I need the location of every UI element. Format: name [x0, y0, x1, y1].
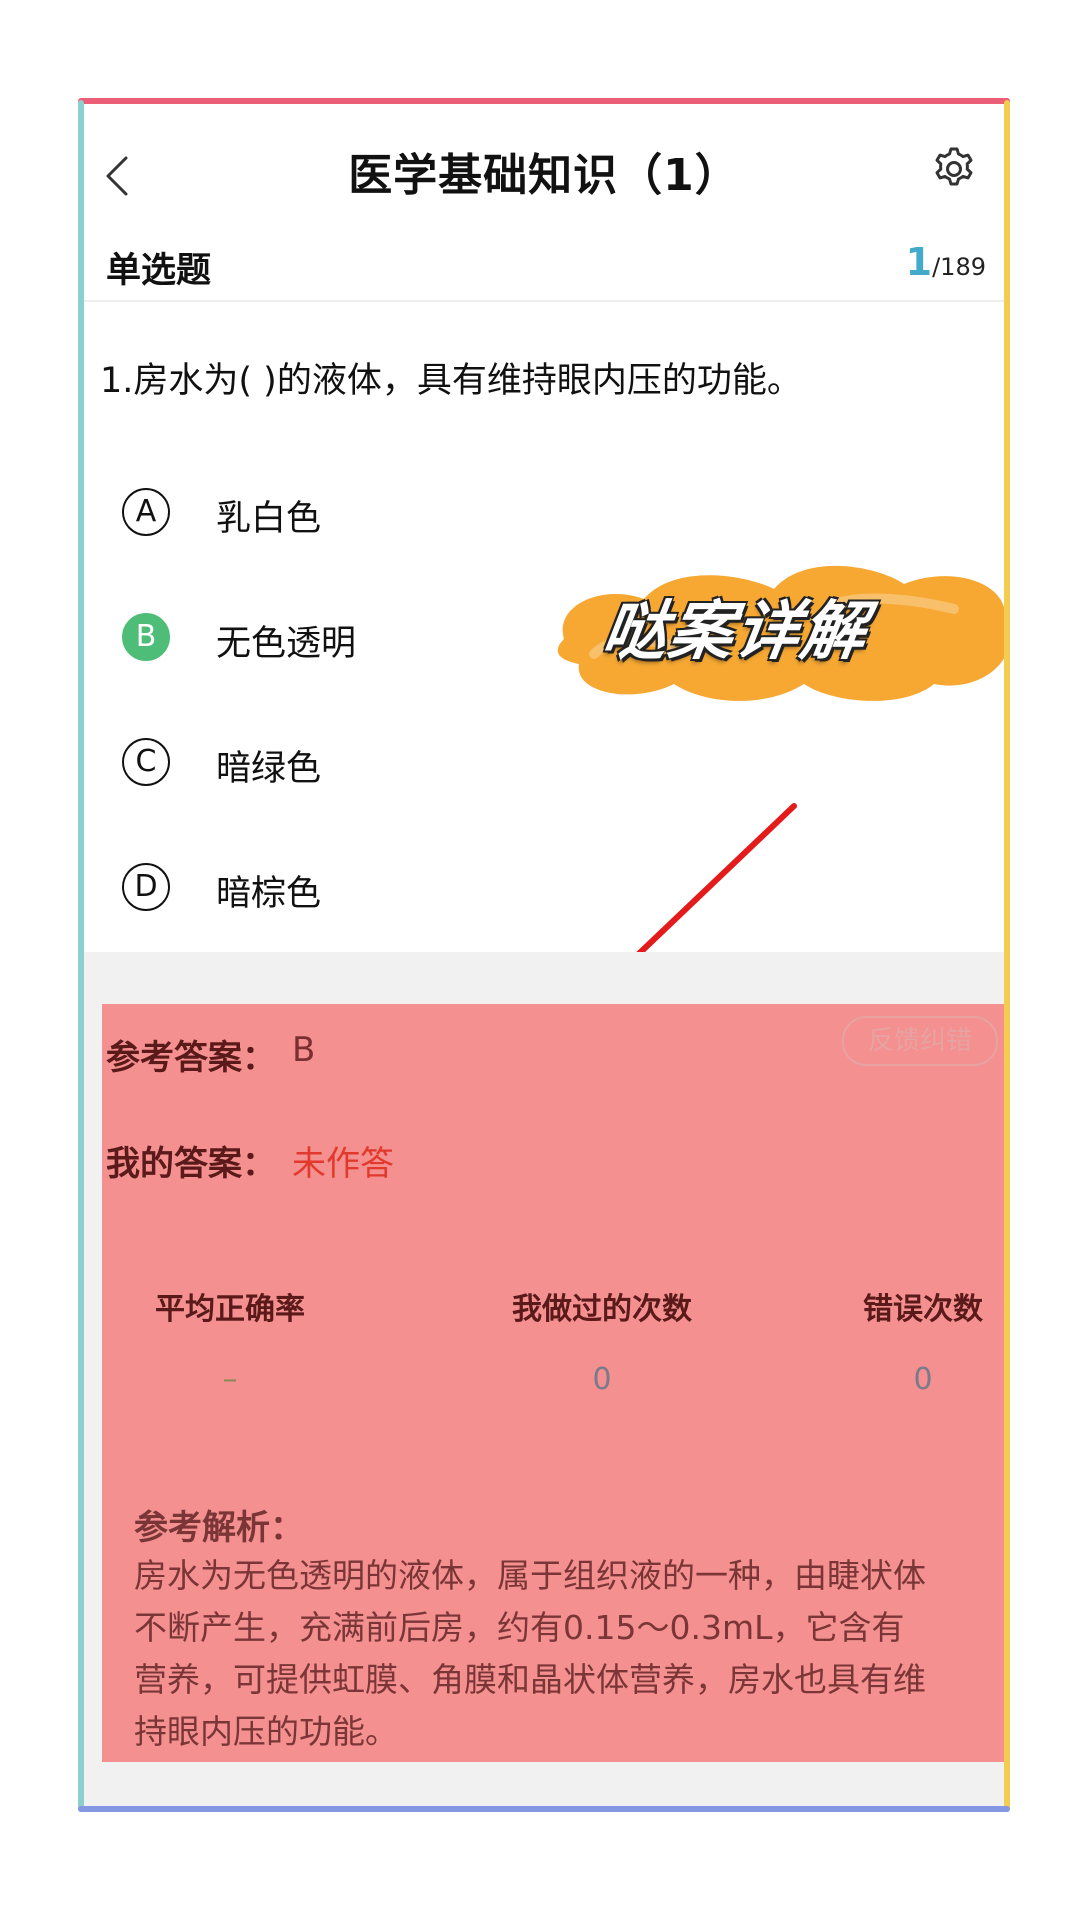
- stat-label-accuracy: 平均正确率: [155, 1292, 305, 1327]
- question-type-bar: 单选题 1/189: [84, 234, 1004, 302]
- option-c-label: 暗绿色: [216, 749, 322, 789]
- option-c[interactable]: C 暗绿色: [122, 734, 622, 794]
- option-c-letter: C: [122, 738, 170, 786]
- app-screen: 医学基础知识（1） 单选题 1/189 1.房水为( )的液体，具有维持眼内压的…: [84, 104, 1004, 1806]
- option-b-letter: B: [122, 613, 170, 661]
- gear-icon: [935, 147, 973, 186]
- option-b-label: 无色透明: [216, 624, 357, 664]
- option-d-label: 暗棕色: [216, 874, 322, 914]
- analysis-title: 参考解析：: [134, 1508, 304, 1548]
- option-a-label: 乳白色: [216, 499, 322, 539]
- nav-bar: 医学基础知识（1）: [84, 104, 1004, 234]
- stat-label-attempts: 我做过的次数: [512, 1292, 692, 1327]
- current-question-number: 1: [905, 240, 933, 284]
- frame-bottom-border: [78, 1806, 1010, 1812]
- question-counter: 1/189: [906, 240, 986, 284]
- question-type-label: 单选题: [106, 251, 212, 291]
- frame-right-border: [1004, 100, 1010, 1812]
- reference-answer-label: 参考答案：: [106, 1038, 276, 1078]
- stat-value-attempts: 0: [592, 1362, 612, 1397]
- reference-answer-value: B: [292, 1030, 316, 1070]
- analysis-text: 房水为无色透明的液体，属于组织液的一种，由睫状体不断产生，充满前后房，约有0.1…: [134, 1556, 926, 1751]
- stat-value-errors: 0: [913, 1362, 933, 1397]
- feedback-button[interactable]: 反馈纠错: [842, 1016, 998, 1066]
- total-question-count: /189: [932, 253, 986, 281]
- page-title: 医学基础知识（1）: [348, 150, 740, 201]
- sticker-text: 哒案详解: [597, 595, 873, 669]
- question-text: 1.房水为( )的液体，具有维持眼内压的功能。: [100, 361, 802, 401]
- option-a-letter: A: [122, 488, 170, 536]
- stat-value-accuracy: –: [222, 1362, 238, 1397]
- my-answer-label: 我的答案：: [106, 1144, 276, 1184]
- option-a[interactable]: A 乳白色: [122, 484, 622, 544]
- option-d-letter: D: [122, 863, 170, 911]
- answer-panel: 参考答案： B 反馈纠错 我的答案： 未作答 平均正确率 我做过的次数 错误次数…: [102, 1004, 1004, 1762]
- my-answer-value: 未作答: [292, 1144, 394, 1184]
- settings-button[interactable]: [931, 146, 977, 192]
- stat-label-errors: 错误次数: [863, 1292, 983, 1327]
